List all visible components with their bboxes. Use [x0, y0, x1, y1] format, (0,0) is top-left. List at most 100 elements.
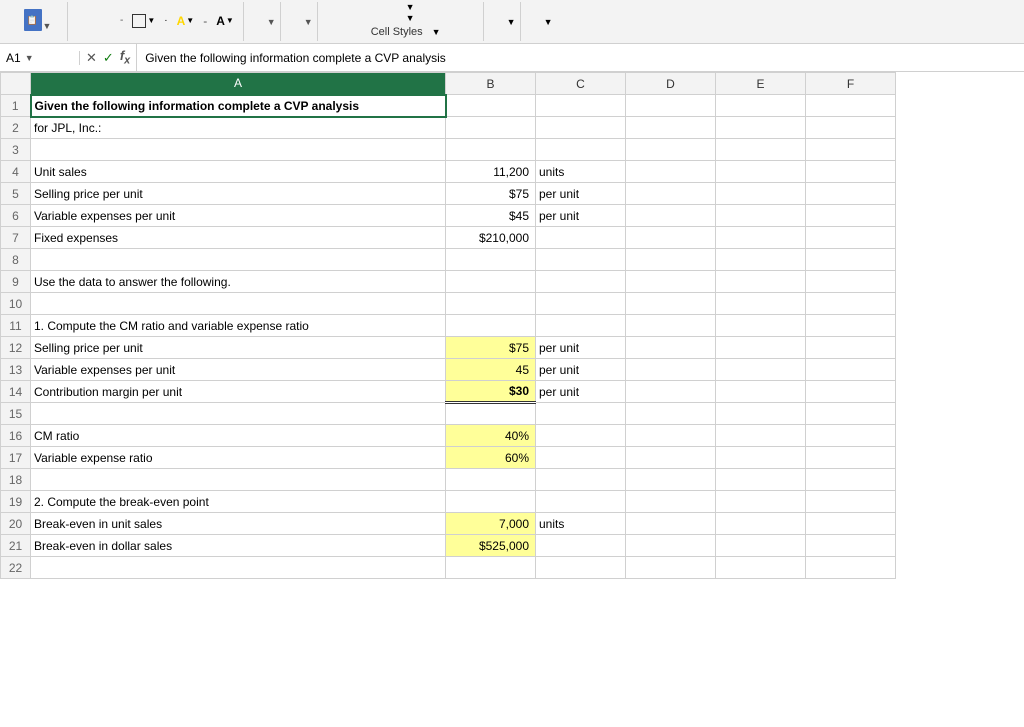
cell-6-e[interactable]	[716, 205, 806, 227]
cell-11-f[interactable]	[806, 315, 896, 337]
cell-13-c[interactable]: per unit	[536, 359, 626, 381]
cell-17-d[interactable]	[626, 447, 716, 469]
cell-22-a[interactable]	[31, 557, 446, 579]
cell-10-e[interactable]	[716, 293, 806, 315]
col-header-f[interactable]: F	[806, 73, 896, 95]
fill-color-button[interactable]: A ▼	[172, 11, 200, 31]
cell-10-b[interactable]	[446, 293, 536, 315]
cell-21-c[interactable]	[536, 535, 626, 557]
cell-20-f[interactable]	[806, 513, 896, 535]
cell-8-f[interactable]	[806, 249, 896, 271]
alignment-button[interactable]	[254, 20, 264, 24]
col-header-b[interactable]: B	[446, 73, 536, 95]
conditional-formatting-button[interactable]	[392, 5, 402, 9]
cell-21-f[interactable]	[806, 535, 896, 557]
cell-3-c[interactable]	[536, 139, 626, 161]
cell-15-f[interactable]	[806, 403, 896, 425]
italic-button[interactable]	[92, 18, 102, 24]
cell-19-e[interactable]	[716, 491, 806, 513]
cell-21-a[interactable]: Break-even in dollar sales	[31, 535, 446, 557]
cell-7-e[interactable]	[716, 227, 806, 249]
cell-1-c[interactable]	[536, 95, 626, 117]
cell-9-e[interactable]	[716, 271, 806, 293]
cell-5-c[interactable]: per unit	[536, 183, 626, 205]
cell-22-b[interactable]	[446, 557, 536, 579]
cell-1-a[interactable]: Given the following information complete…	[31, 95, 446, 117]
cell-14-a[interactable]: Contribution margin per unit	[31, 381, 446, 403]
cell-12-a[interactable]: Selling price per unit	[31, 337, 446, 359]
cell-16-b[interactable]: 40%	[446, 425, 536, 447]
formula-input[interactable]	[137, 51, 1024, 65]
cell-20-b[interactable]: 7,000	[446, 513, 536, 535]
cell-1-f[interactable]	[806, 95, 896, 117]
cell-2-b[interactable]	[446, 117, 536, 139]
cell-11-a[interactable]: 1. Compute the CM ratio and variable exp…	[31, 315, 446, 337]
format-as-table-button[interactable]	[392, 16, 402, 20]
cell-19-a[interactable]: 2. Compute the break-even point	[31, 491, 446, 513]
cell-2-e[interactable]	[716, 117, 806, 139]
cell-9-d[interactable]	[626, 271, 716, 293]
border-button[interactable]: ▼	[127, 11, 160, 31]
cell-21-e[interactable]	[716, 535, 806, 557]
cell-9-f[interactable]	[806, 271, 896, 293]
cell-12-f[interactable]	[806, 337, 896, 359]
cell-ref-chevron[interactable]: ▼	[25, 53, 34, 63]
bold-button[interactable]	[78, 18, 88, 24]
cell-4-c[interactable]: units	[536, 161, 626, 183]
cell-4-d[interactable]	[626, 161, 716, 183]
cell-19-c[interactable]	[536, 491, 626, 513]
cell-15-b[interactable]	[446, 403, 536, 425]
cell-6-f[interactable]	[806, 205, 896, 227]
cell-12-b[interactable]: $75	[446, 337, 536, 359]
cell-17-e[interactable]	[716, 447, 806, 469]
col-header-d[interactable]: D	[626, 73, 716, 95]
cell-18-b[interactable]	[446, 469, 536, 491]
col-header-e[interactable]: E	[716, 73, 806, 95]
cell-19-f[interactable]	[806, 491, 896, 513]
cell-4-a[interactable]: Unit sales	[31, 161, 446, 183]
cell-7-c[interactable]	[536, 227, 626, 249]
cell-15-e[interactable]	[716, 403, 806, 425]
cell-13-e[interactable]	[716, 359, 806, 381]
cell-3-f[interactable]	[806, 139, 896, 161]
cell-22-e[interactable]	[716, 557, 806, 579]
cell-21-b[interactable]: $525,000	[446, 535, 536, 557]
cell-4-b[interactable]: 11,200	[446, 161, 536, 183]
cell-7-d[interactable]	[626, 227, 716, 249]
col-header-c[interactable]: C	[536, 73, 626, 95]
underline-button[interactable]	[106, 18, 116, 24]
cell-18-e[interactable]	[716, 469, 806, 491]
cell-22-c[interactable]	[536, 557, 626, 579]
cell-13-d[interactable]	[626, 359, 716, 381]
cell-11-b[interactable]	[446, 315, 536, 337]
cell-3-a[interactable]	[31, 139, 446, 161]
col-header-a[interactable]: A	[31, 73, 446, 95]
cell-19-d[interactable]	[626, 491, 716, 513]
cell-13-f[interactable]	[806, 359, 896, 381]
cell-16-d[interactable]	[626, 425, 716, 447]
cell-16-f[interactable]	[806, 425, 896, 447]
cell-12-d[interactable]	[626, 337, 716, 359]
cell-8-c[interactable]	[536, 249, 626, 271]
cell-20-d[interactable]	[626, 513, 716, 535]
cell-20-c[interactable]: units	[536, 513, 626, 535]
cells-button[interactable]	[494, 20, 504, 24]
cell-22-d[interactable]	[626, 557, 716, 579]
font-color-button[interactable]: A ▼	[211, 11, 239, 31]
cell-17-a[interactable]: Variable expense ratio	[31, 447, 446, 469]
cell-6-b[interactable]: $45	[446, 205, 536, 227]
cell-14-c[interactable]: per unit	[536, 381, 626, 403]
cell-11-d[interactable]	[626, 315, 716, 337]
cell-18-d[interactable]	[626, 469, 716, 491]
cell-5-a[interactable]: Selling price per unit	[31, 183, 446, 205]
cell-7-a[interactable]: Fixed expenses	[31, 227, 446, 249]
cell-4-e[interactable]	[716, 161, 806, 183]
cell-15-d[interactable]	[626, 403, 716, 425]
cell-2-a[interactable]: for JPL, Inc.:	[31, 117, 446, 139]
cell-2-d[interactable]	[626, 117, 716, 139]
cell-18-a[interactable]	[31, 469, 446, 491]
cell-12-c[interactable]: per unit	[536, 337, 626, 359]
cell-20-a[interactable]: Break-even in unit sales	[31, 513, 446, 535]
cell-20-e[interactable]	[716, 513, 806, 535]
editing-button[interactable]	[531, 20, 541, 24]
